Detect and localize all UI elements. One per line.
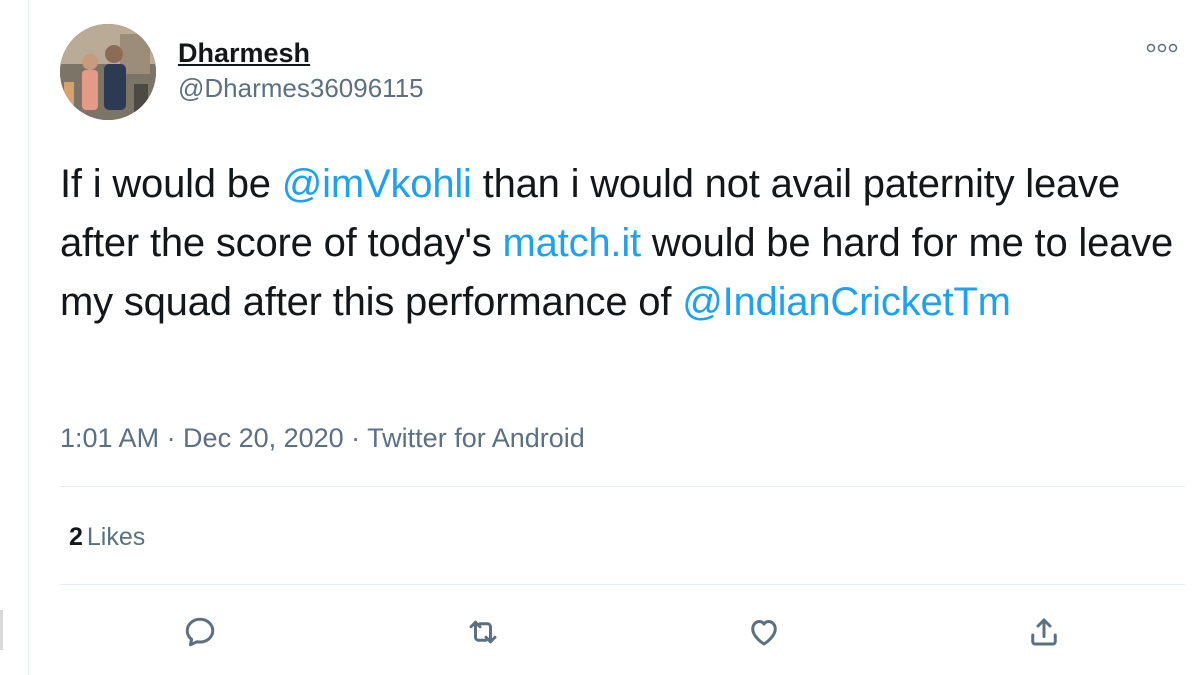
tweet-text-segment: If i would be bbox=[60, 162, 282, 206]
divider bbox=[60, 584, 1185, 585]
divider bbox=[60, 486, 1185, 487]
author-names: Dharmesh @Dharmes36096115 bbox=[178, 36, 424, 106]
likes-count: 2 bbox=[69, 523, 83, 551]
author-handle[interactable]: @Dharmes36096115 bbox=[178, 70, 424, 106]
reply-icon[interactable] bbox=[180, 612, 220, 652]
more-options-icon[interactable] bbox=[1145, 38, 1179, 58]
page: Dharmesh @Dharmes36096115 If i would be … bbox=[0, 0, 1200, 675]
likes-row[interactable]: 2 Likes bbox=[69, 520, 145, 554]
author-display-name[interactable]: Dharmesh bbox=[178, 36, 424, 70]
tweet-meta[interactable]: 1:01 AM · Dec 20, 2020 · Twitter for And… bbox=[60, 421, 585, 455]
link-match-it[interactable]: match.it bbox=[502, 221, 641, 265]
tweet-card: Dharmesh @Dharmes36096115 If i would be … bbox=[29, 0, 1200, 675]
left-edge-mark bbox=[0, 610, 3, 650]
tweet-text: If i would be @imVkohli than i would not… bbox=[60, 155, 1190, 332]
like-icon[interactable] bbox=[744, 612, 784, 652]
avatar[interactable] bbox=[60, 24, 156, 120]
retweet-icon[interactable] bbox=[463, 612, 503, 652]
share-icon[interactable] bbox=[1024, 612, 1064, 652]
likes-label: Likes bbox=[86, 523, 146, 551]
mention-imvkohli[interactable]: @imVkohli bbox=[282, 162, 472, 206]
mention-indiancrickettm[interactable]: @IndianCricketTm bbox=[682, 280, 1011, 324]
avatar-photo bbox=[60, 24, 156, 120]
